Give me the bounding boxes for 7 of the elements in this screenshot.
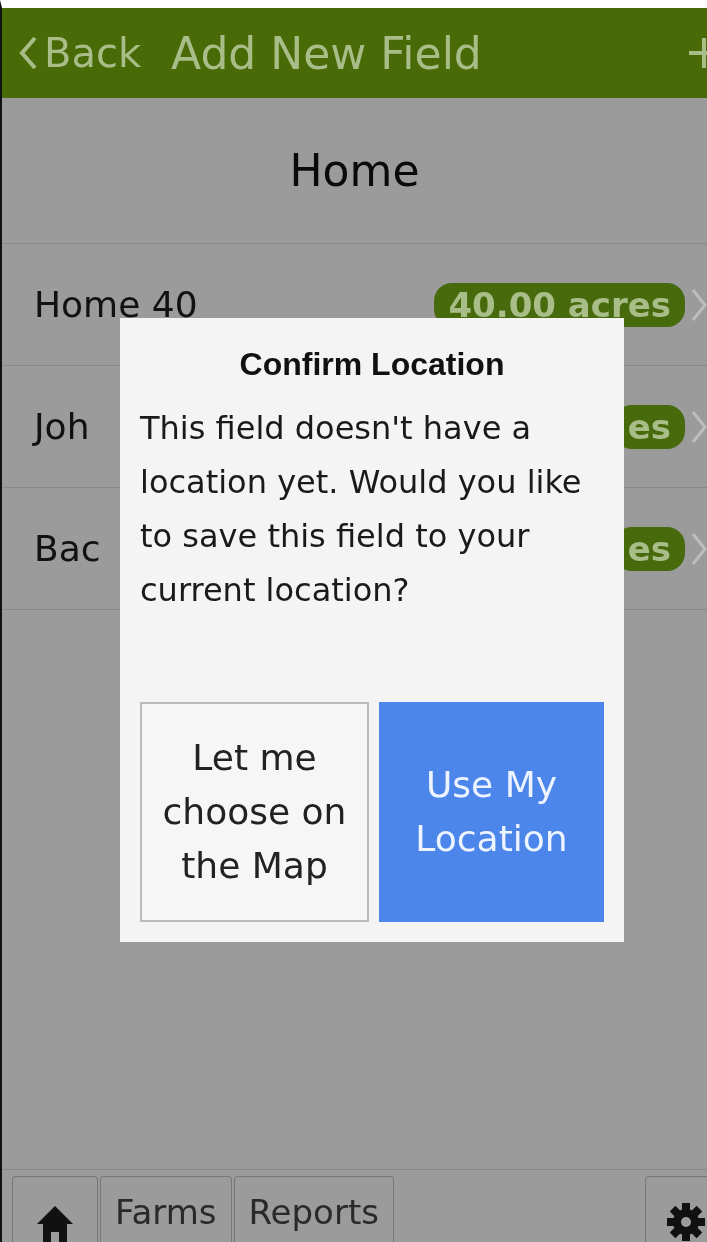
tab[interactable]: Reports: [233, 1176, 394, 1242]
section-title: Home: [2, 98, 707, 244]
choose-on-map-button[interactable]: Let me choose on the Map: [140, 702, 369, 922]
screen-title: Add New Field: [171, 27, 482, 79]
tab[interactable]: Farms: [100, 1176, 232, 1242]
dialog-message: This field doesn't have a location yet. Would you like to save this field to your current location?: [140, 408, 583, 611]
dialog-title: Confirm Location: [238, 346, 506, 383]
